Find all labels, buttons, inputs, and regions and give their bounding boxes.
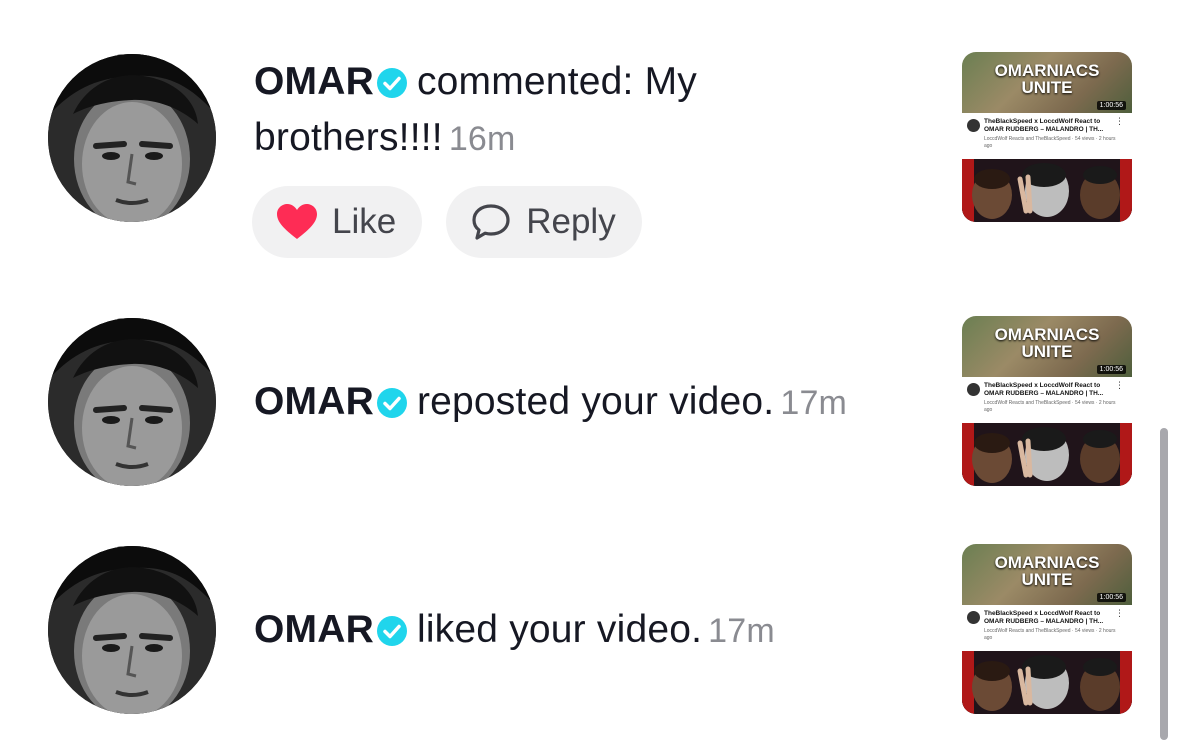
user-avatar[interactable] <box>48 546 216 714</box>
video-thumbnail[interactable]: OMARNIACS UNITE 1:00:56 TheBlackSpeed x … <box>962 544 1132 714</box>
timestamp: 17m <box>780 384 848 422</box>
like-label: Like <box>332 202 397 241</box>
reply-label: Reply <box>526 202 616 241</box>
video-subtitle: LoccdWolf Reacts and TheBlackSpeed · 54 … <box>984 136 1116 149</box>
video-duration: 1:00:56 <box>1096 101 1126 110</box>
verified-badge-icon <box>376 68 407 98</box>
video-thumbnail[interactable]: OMARNIACS UNITE 1:00:56 TheBlackSpeed x … <box>962 52 1132 222</box>
more-options-icon: ⋮ <box>1115 608 1124 618</box>
comment-actions: Like Reply <box>252 186 642 258</box>
thumbnail-title: OMARNIACS UNITE <box>994 325 1100 361</box>
heart-icon <box>277 204 317 239</box>
user-avatar[interactable] <box>48 318 216 486</box>
video-subtitle: LoccdWolf Reacts and TheBlackSpeed · 54 … <box>984 628 1116 641</box>
action-text: liked your video. <box>416 608 703 651</box>
username[interactable]: OMAR <box>254 608 374 651</box>
notification-text: OMAR commented: My brothers!!!! 16m <box>254 54 944 167</box>
scrollbar[interactable] <box>1160 428 1168 740</box>
notification-text: OMAR reposted your video. 17m <box>254 374 944 431</box>
thumbnail-title: OMARNIACS UNITE <box>994 61 1100 97</box>
reply-button[interactable]: Reply <box>446 186 642 258</box>
timestamp: 16m <box>448 120 516 158</box>
speech-bubble-icon <box>472 204 510 240</box>
avatar-portrait-icon <box>48 54 216 222</box>
timestamp: 17m <box>708 612 775 650</box>
username[interactable]: OMAR <box>254 380 374 423</box>
more-options-icon: ⋮ <box>1115 116 1124 126</box>
thumbnail-banner: OMARNIACS UNITE 1:00:56 <box>962 316 1132 377</box>
avatar-portrait-icon <box>48 318 216 486</box>
verified-badge-icon <box>376 388 407 418</box>
verified-badge-icon <box>376 616 407 646</box>
channel-avatar <box>967 383 980 396</box>
video-thumbnail[interactable]: OMARNIACS UNITE 1:00:56 TheBlackSpeed x … <box>962 316 1132 486</box>
video-subtitle: LoccdWolf Reacts and TheBlackSpeed · 54 … <box>984 400 1116 413</box>
thumbnail-banner: OMARNIACS UNITE 1:00:56 <box>962 52 1132 113</box>
more-options-icon: ⋮ <box>1115 380 1124 390</box>
username[interactable]: OMAR <box>254 60 374 103</box>
thumbnail-image <box>962 423 1132 486</box>
thumbnail-image <box>962 159 1132 222</box>
notification-text: OMAR liked your video. 17m <box>254 602 944 659</box>
thumbnail-meta: TheBlackSpeed x LoccdWolf React to OMAR … <box>962 605 1132 651</box>
thumbnail-banner: OMARNIACS UNITE 1:00:56 <box>962 544 1132 605</box>
thumbnail-title: OMARNIACS UNITE <box>994 553 1100 589</box>
video-duration: 1:00:56 <box>1096 365 1126 374</box>
avatar-portrait-icon <box>48 546 216 714</box>
like-button[interactable]: Like <box>252 186 423 258</box>
channel-avatar <box>967 119 980 132</box>
channel-avatar <box>967 611 980 624</box>
user-avatar[interactable] <box>48 54 216 222</box>
video-duration: 1:00:56 <box>1096 593 1126 602</box>
video-title: TheBlackSpeed x LoccdWolf React to OMAR … <box>984 118 1104 133</box>
action-text: reposted your video. <box>416 380 775 423</box>
video-title: TheBlackSpeed x LoccdWolf React to OMAR … <box>984 382 1104 397</box>
thumbnail-meta: TheBlackSpeed x LoccdWolf React to OMAR … <box>962 377 1132 423</box>
thumbnail-meta: TheBlackSpeed x LoccdWolf React to OMAR … <box>962 113 1132 159</box>
thumbnail-image <box>962 651 1132 714</box>
video-title: TheBlackSpeed x LoccdWolf React to OMAR … <box>984 610 1104 625</box>
